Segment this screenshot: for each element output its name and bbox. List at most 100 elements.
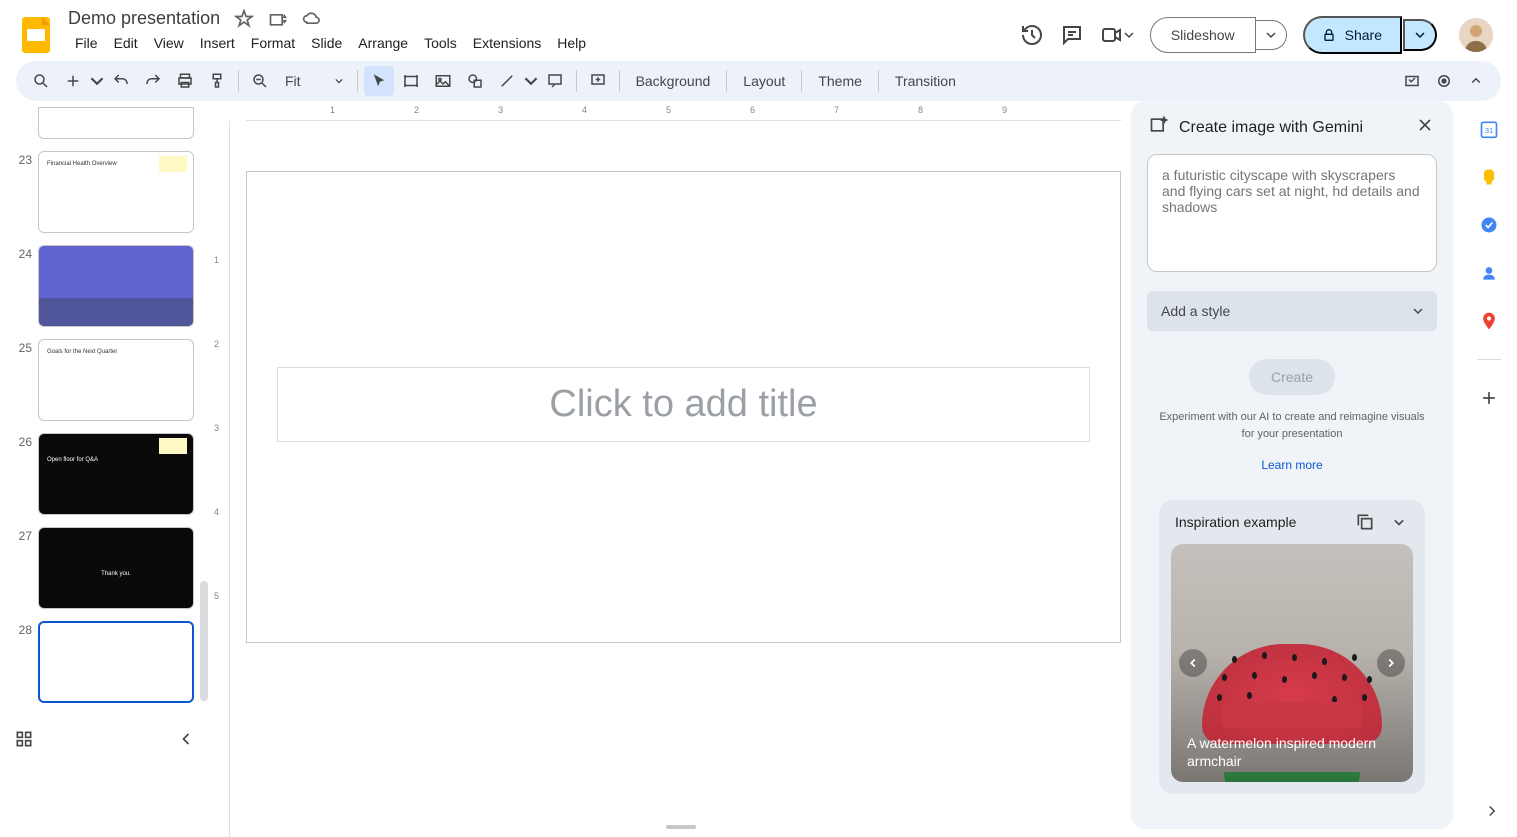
toolbar: Fit Background Layout Theme Transition xyxy=(16,61,1501,101)
chevron-down-icon[interactable] xyxy=(1389,512,1409,532)
select-tool-icon[interactable] xyxy=(364,66,394,96)
inspiration-image[interactable]: A watermelon inspired modern armchair xyxy=(1171,544,1413,782)
slide-row: 28 xyxy=(10,621,194,703)
line-dropdown[interactable] xyxy=(524,66,538,96)
menu-arrange[interactable]: Arrange xyxy=(351,31,415,55)
menu-help[interactable]: Help xyxy=(550,31,593,55)
canvas-area: 1 2 3 4 5 6 7 8 9 1 2 3 4 5 Click to add… xyxy=(210,101,1131,837)
slide-number xyxy=(10,107,32,139)
new-slide-icon[interactable] xyxy=(58,66,88,96)
slide-thumb-28[interactable] xyxy=(38,621,194,703)
slide-row: 26 Open floor for Q&A xyxy=(10,433,194,515)
ruler-tick: 6 xyxy=(750,105,755,115)
ruler-tick: 1 xyxy=(330,105,335,115)
search-icon[interactable] xyxy=(26,66,56,96)
menu-tools[interactable]: Tools xyxy=(417,31,464,55)
doc-title[interactable]: Demo presentation xyxy=(68,8,220,29)
title-textbox[interactable]: Click to add title xyxy=(277,367,1090,442)
menu-extensions[interactable]: Extensions xyxy=(466,31,548,55)
learn-more-link[interactable]: Learn more xyxy=(1147,458,1437,472)
meet-button[interactable] xyxy=(1100,23,1134,47)
grid-icon[interactable] xyxy=(14,729,34,754)
prompt-input[interactable] xyxy=(1147,154,1437,272)
textbox-icon[interactable] xyxy=(396,66,426,96)
slide-thumb-24[interactable] xyxy=(38,245,194,327)
style-select[interactable]: Add a style xyxy=(1147,291,1437,331)
menu-slide[interactable]: Slide xyxy=(304,31,349,55)
add-addon-icon[interactable] xyxy=(1479,388,1499,413)
print-icon[interactable] xyxy=(170,66,200,96)
layout-button[interactable]: Layout xyxy=(733,73,795,89)
panel-description: Experiment with our AI to create and rei… xyxy=(1147,409,1437,442)
menu-format[interactable]: Format xyxy=(244,31,302,55)
collapse-icon[interactable] xyxy=(1461,66,1491,96)
redo-icon[interactable] xyxy=(138,66,168,96)
record-icon[interactable] xyxy=(1429,66,1459,96)
ruler-horizontal: 1 2 3 4 5 6 7 8 9 xyxy=(246,101,1121,121)
menubar: File Edit View Insert Format Slide Arran… xyxy=(64,29,1012,61)
ruler-tick: 1 xyxy=(214,255,219,265)
prev-icon[interactable] xyxy=(1179,649,1207,677)
close-icon[interactable] xyxy=(1415,115,1435,140)
video-icon xyxy=(1100,23,1124,47)
slide-number: 24 xyxy=(10,245,32,327)
zoom-select[interactable]: Fit xyxy=(277,73,351,89)
star-icon[interactable] xyxy=(234,9,254,29)
slide-number: 26 xyxy=(10,433,32,515)
menu-view[interactable]: View xyxy=(147,31,191,55)
slide-canvas[interactable]: Click to add title xyxy=(246,171,1121,643)
svg-text:31: 31 xyxy=(1485,126,1493,135)
separator xyxy=(619,70,620,92)
cloud-icon[interactable] xyxy=(302,9,322,29)
shape-icon[interactable] xyxy=(460,66,490,96)
tasks-icon[interactable] xyxy=(1479,215,1499,235)
comment-add-icon[interactable] xyxy=(540,66,570,96)
slide-thumb-26[interactable]: Open floor for Q&A xyxy=(38,433,194,515)
separator xyxy=(801,70,802,92)
new-slide-dropdown[interactable] xyxy=(90,66,104,96)
keep-icon[interactable] xyxy=(1479,167,1499,187)
slideshow-button[interactable]: Slideshow xyxy=(1150,17,1256,53)
slide-thumb-23[interactable]: Financial Health Overview xyxy=(38,151,194,233)
slide-thumb-27[interactable]: Thank you. xyxy=(38,527,194,609)
app-logo[interactable] xyxy=(16,15,56,55)
copy-icon[interactable] xyxy=(1355,512,1375,532)
maps-icon[interactable] xyxy=(1479,311,1499,331)
slideshow-dropdown[interactable] xyxy=(1256,20,1287,50)
menu-edit[interactable]: Edit xyxy=(107,31,145,55)
history-icon[interactable] xyxy=(1020,23,1044,47)
filmstrip-wrap: 23 Financial Health Overview 24 25 Goals… xyxy=(0,101,210,837)
menu-file[interactable]: File xyxy=(68,31,105,55)
image-icon[interactable] xyxy=(428,66,458,96)
right-rail: 31 xyxy=(1461,101,1517,837)
gemini-icon[interactable] xyxy=(1397,66,1427,96)
undo-icon[interactable] xyxy=(106,66,136,96)
speaker-notes-handle[interactable] xyxy=(666,825,696,829)
contacts-icon[interactable] xyxy=(1479,263,1499,283)
chevron-left-icon[interactable] xyxy=(176,729,196,754)
slide-thumb-22[interactable] xyxy=(38,107,194,139)
background-button[interactable]: Background xyxy=(626,73,721,89)
comment-icon[interactable] xyxy=(1060,23,1084,47)
header: Demo presentation File Edit View Insert … xyxy=(0,0,1517,61)
scrollbar[interactable] xyxy=(200,581,208,701)
ruler-tick: 8 xyxy=(918,105,923,115)
paint-format-icon[interactable] xyxy=(202,66,232,96)
filmstrip[interactable]: 23 Financial Health Overview 24 25 Goals… xyxy=(0,101,210,721)
expand-rail-icon[interactable] xyxy=(1483,802,1501,825)
share-button[interactable]: Share xyxy=(1303,16,1402,54)
theme-button[interactable]: Theme xyxy=(808,73,872,89)
create-button[interactable]: Create xyxy=(1249,359,1335,395)
avatar[interactable] xyxy=(1459,18,1493,52)
move-icon[interactable] xyxy=(268,9,288,29)
zoom-out-icon[interactable] xyxy=(245,66,275,96)
share-dropdown[interactable] xyxy=(1403,19,1437,51)
ruler-tick: 2 xyxy=(414,105,419,115)
transition-button[interactable]: Transition xyxy=(885,73,966,89)
add-comment-icon[interactable] xyxy=(583,66,613,96)
next-icon[interactable] xyxy=(1377,649,1405,677)
calendar-icon[interactable]: 31 xyxy=(1479,119,1499,139)
menu-insert[interactable]: Insert xyxy=(193,31,242,55)
line-icon[interactable] xyxy=(492,66,522,96)
slide-thumb-25[interactable]: Goals for the Next Quarter xyxy=(38,339,194,421)
